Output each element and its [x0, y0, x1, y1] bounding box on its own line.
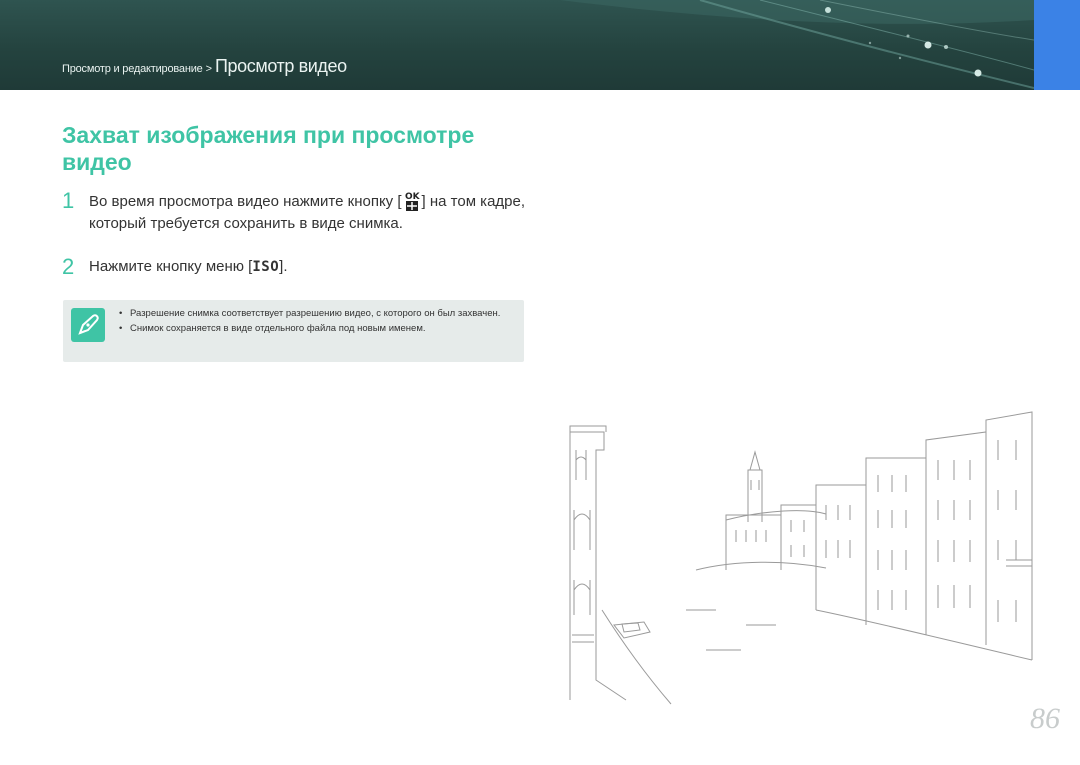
- step-number: 2: [62, 254, 75, 279]
- note-box: Разрешение снимка соответствует разрешен…: [63, 300, 524, 362]
- venice-canal-illustration: [569, 411, 1033, 705]
- step-1: 1 Во время просмотра видео нажмите кнопк…: [62, 190, 532, 235]
- breadcrumb-separator: >: [205, 63, 212, 75]
- note-item: Снимок сохраняется в виде отдельного фай…: [119, 321, 519, 336]
- step-text: Нажмите кнопку меню [ISO].: [89, 256, 532, 278]
- step-text-part: ].: [279, 258, 288, 275]
- breadcrumb-current: Просмотр видео: [215, 56, 347, 76]
- note-item: Разрешение снимка соответствует разрешен…: [119, 306, 519, 321]
- side-tab[interactable]: [1034, 0, 1080, 90]
- ok-button-icon: OK: [405, 192, 421, 211]
- note-list: Разрешение снимка соответствует разрешен…: [119, 306, 519, 336]
- breadcrumb: Просмотр и редактирование > Просмотр видео: [62, 56, 347, 77]
- page-header: Просмотр и редактирование > Просмотр видео: [0, 0, 1034, 90]
- step-2: 2 Нажмите кнопку меню [ISO].: [62, 256, 532, 278]
- ok-icon-label: OK: [405, 192, 421, 202]
- pen-icon: [71, 308, 105, 342]
- step-text-part: Во время просмотра видео нажмите кнопку …: [89, 193, 402, 210]
- step-number: 1: [62, 188, 75, 213]
- step-text: Во время просмотра видео нажмите кнопку …: [89, 190, 532, 235]
- step-text-part: Нажмите кнопку меню [: [89, 258, 253, 275]
- page-number: 86: [1030, 702, 1060, 735]
- page-title: Захват изображения при просмотре видео: [62, 122, 475, 175]
- breadcrumb-parent[interactable]: Просмотр и редактирование: [62, 63, 203, 75]
- iso-button-icon: ISO: [252, 259, 280, 275]
